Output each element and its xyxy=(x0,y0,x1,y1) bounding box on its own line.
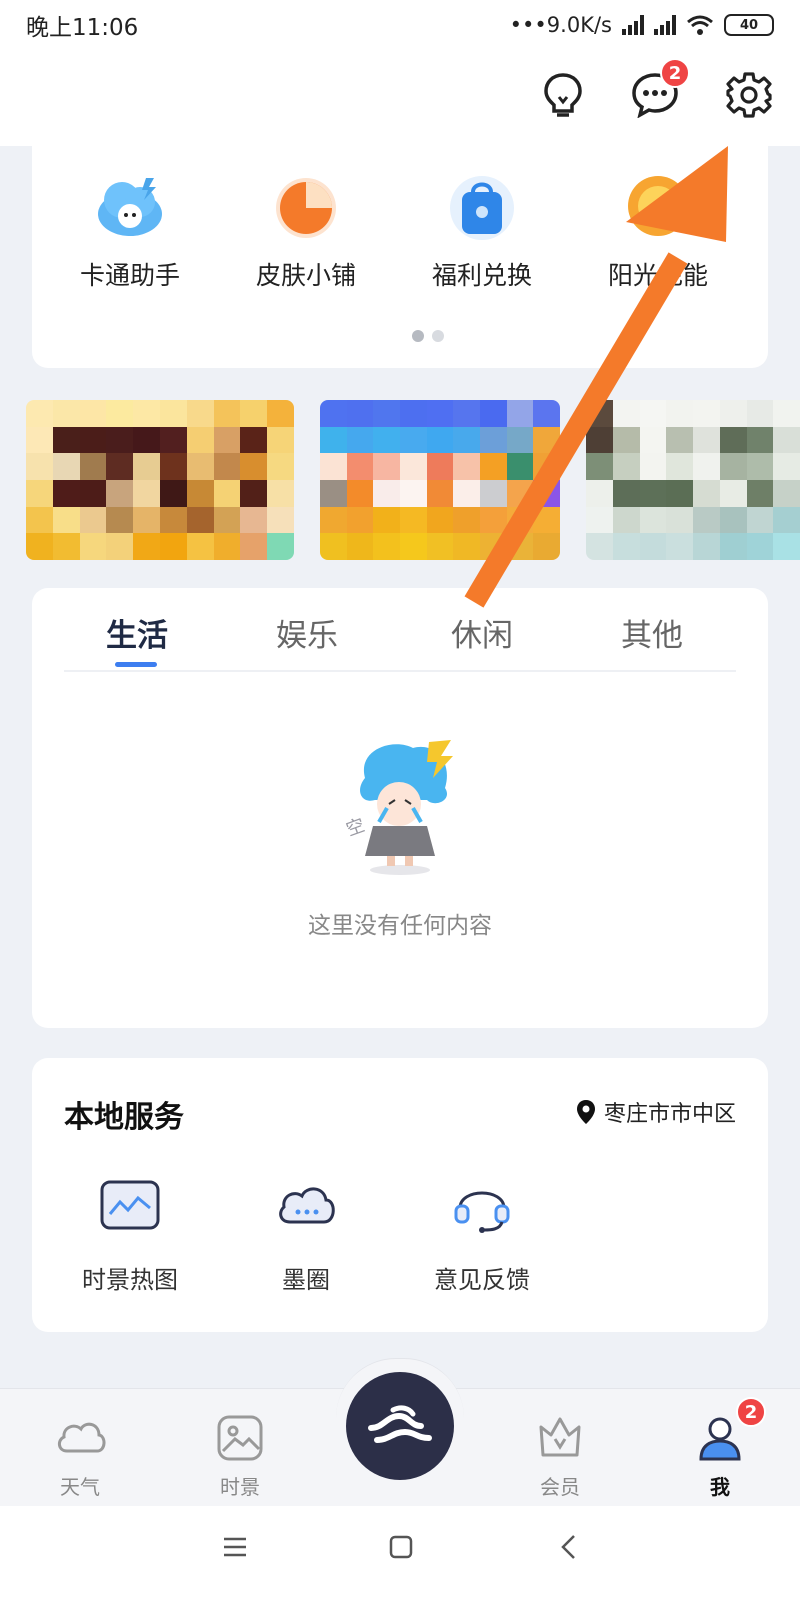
service-feedback[interactable]: 意见反馈 xyxy=(402,1178,562,1295)
tips-button[interactable] xyxy=(538,70,588,120)
service-mo-circle[interactable]: 墨圈 xyxy=(226,1178,386,1295)
crown-icon xyxy=(539,1417,581,1457)
nav-weather[interactable]: 天气 xyxy=(30,1411,130,1500)
home-square-icon[interactable] xyxy=(388,1534,414,1560)
tool-label: 福利兑换 xyxy=(431,261,532,290)
tool-welfare-exchange[interactable]: 福利兑换 xyxy=(402,170,562,292)
messages-badge: 2 xyxy=(660,58,690,88)
tools-card: 卡通助手 皮肤小铺 福利兑换 阳光充能 xyxy=(32,140,768,368)
skin-shop-icon xyxy=(270,170,342,242)
banner-1[interactable] xyxy=(26,400,294,560)
nav-label: 天气 xyxy=(60,1475,100,1499)
cartoon-assistant-icon xyxy=(94,170,166,242)
image-icon xyxy=(217,1415,263,1461)
tool-sunshine-charge[interactable]: 阳光充能 xyxy=(578,170,738,292)
nav-me[interactable]: 2 我 xyxy=(670,1397,770,1500)
tool-skin-shop[interactable]: 皮肤小铺 xyxy=(226,170,386,292)
status-time: 晚上11:06 xyxy=(26,15,139,41)
empty-state: 空 这里没有任何内容 xyxy=(32,738,768,940)
image-chart-icon xyxy=(98,1178,162,1234)
tool-label: 卡通助手 xyxy=(79,261,180,290)
banner-2[interactable] xyxy=(320,400,560,560)
tab-other[interactable]: 其他 xyxy=(587,610,717,655)
nav-label: 时景 xyxy=(220,1475,260,1499)
settings-button[interactable] xyxy=(724,70,774,120)
service-heatmap[interactable]: 时景热图 xyxy=(50,1178,210,1295)
gear-icon xyxy=(726,72,772,118)
tool-label: 皮肤小铺 xyxy=(255,261,356,290)
nav-label: 会员 xyxy=(540,1475,580,1499)
local-services-card: 本地服务 枣庄市市中区 时景热图 墨圈 意见反馈 xyxy=(32,1058,768,1332)
service-label: 意见反馈 xyxy=(434,1266,530,1294)
wifi-icon xyxy=(687,15,713,35)
nav-label: 我 xyxy=(710,1475,730,1499)
signal-icon-2 xyxy=(654,15,676,35)
local-services-title: 本地服务 xyxy=(64,1100,184,1135)
headset-icon xyxy=(450,1178,514,1234)
messages-button[interactable]: 2 xyxy=(630,58,690,120)
location-pin-icon xyxy=(576,1100,595,1124)
empty-message: 这里没有任何内容 xyxy=(308,913,492,939)
bag-icon xyxy=(446,170,518,242)
status-indicators: •••9.0K/s 40 xyxy=(510,13,774,37)
cloud-icon xyxy=(58,1422,106,1453)
svg-text:空: 空 xyxy=(344,815,368,841)
active-tab-indicator xyxy=(115,662,157,667)
empty-mascot-icon: 空 xyxy=(344,740,453,875)
cloud-dots-icon xyxy=(274,1178,338,1234)
location-text: 枣庄市市中区 xyxy=(603,1102,736,1127)
service-label: 时景热图 xyxy=(82,1266,178,1294)
back-icon[interactable] xyxy=(556,1534,582,1560)
cloud-logo-icon xyxy=(368,1405,432,1443)
tool-label: 阳光充能 xyxy=(607,261,708,290)
sun-icon xyxy=(622,170,694,242)
menu-icon[interactable] xyxy=(222,1534,248,1560)
nav-scenery[interactable]: 时景 xyxy=(190,1411,290,1500)
lightbulb-icon xyxy=(544,73,582,117)
banner-3[interactable] xyxy=(586,400,800,560)
battery-indicator: 40 xyxy=(724,14,774,36)
tab-entertainment[interactable]: 娱乐 xyxy=(242,610,372,655)
pager-dot xyxy=(432,330,444,342)
pager-dot xyxy=(412,330,424,342)
category-tabs-card: 生活 娱乐 休闲 其他 空 这里没有任何内容 xyxy=(32,588,768,1028)
tab-life[interactable]: 生活 xyxy=(72,610,202,655)
me-badge: 2 xyxy=(736,1397,766,1427)
net-speed: •••9.0K/s xyxy=(509,13,612,37)
status-bar: 晚上11:06 •••9.0K/s 40 xyxy=(0,0,800,50)
top-header: 2 xyxy=(0,50,800,146)
location-selector[interactable]: 枣庄市市中区 xyxy=(576,1096,736,1128)
center-home-button[interactable] xyxy=(346,1372,454,1480)
system-navigation-bar xyxy=(0,1506,800,1600)
signal-icon xyxy=(622,15,644,35)
carousel-pager xyxy=(412,330,444,342)
tab-leisure[interactable]: 休闲 xyxy=(417,610,547,655)
service-label: 墨圈 xyxy=(282,1266,330,1294)
tool-cartoon-assistant[interactable]: 卡通助手 xyxy=(50,170,210,292)
divider xyxy=(64,670,736,672)
nav-vip[interactable]: 会员 xyxy=(510,1411,610,1500)
